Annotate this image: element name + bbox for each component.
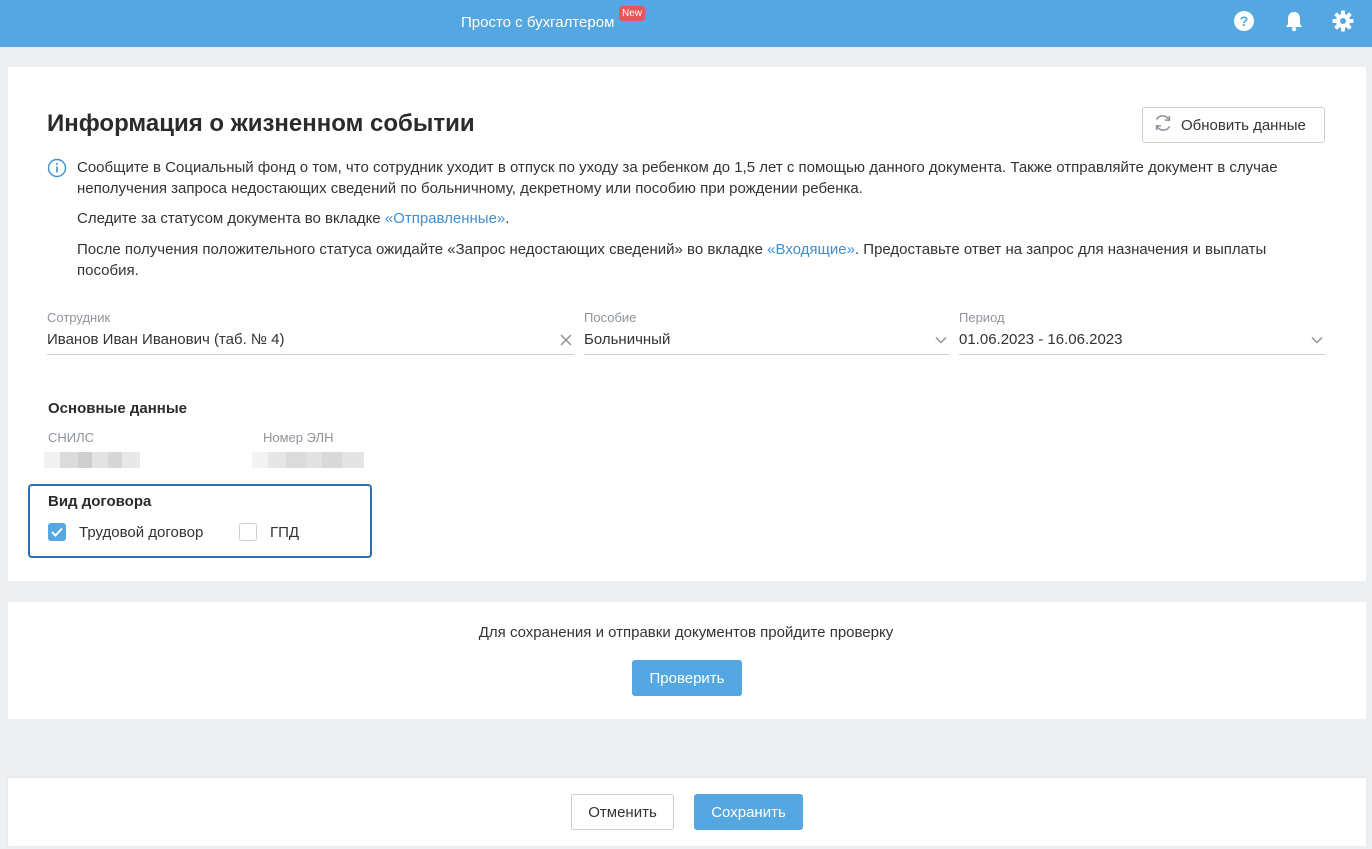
bell-icon[interactable] <box>1283 10 1305 32</box>
labor-contract-label[interactable]: Трудовой договор <box>79 524 203 541</box>
chevron-down-icon[interactable] <box>933 332 949 348</box>
employee-select[interactable]: Иванов Иван Иванович (таб. № 4) <box>47 325 574 355</box>
refresh-button-label: Обновить данные <box>1181 116 1306 134</box>
clear-icon[interactable] <box>558 332 574 348</box>
refresh-data-button[interactable]: Обновить данные <box>1142 107 1325 143</box>
employee-label: Сотрудник <box>47 310 111 325</box>
footer-bar <box>8 778 1366 846</box>
save-button[interactable]: Сохранить <box>694 794 803 830</box>
contract-type-title: Вид договора <box>48 493 152 510</box>
info-paragraph-2: Следите за статусом документа во вкладке… <box>77 210 510 227</box>
basic-data-title: Основные данные <box>48 400 187 417</box>
verify-button[interactable]: Проверить <box>632 660 742 696</box>
benefit-value: Больничный <box>584 331 671 348</box>
brand-title[interactable]: Просто с бухгалтером <box>461 14 614 31</box>
info-paragraph-1: Сообщите в Социальный фонд о том, что со… <box>77 159 1278 197</box>
gpd-label[interactable]: ГПД <box>270 524 299 541</box>
period-value: 01.06.2023 - 16.06.2023 <box>959 331 1123 348</box>
page-title: Информация о жизненном событии <box>47 110 475 137</box>
sent-tab-link[interactable]: «Отправленные» <box>385 210 505 227</box>
refresh-icon <box>1153 113 1173 137</box>
top-bar: Просто с бухгалтером New ? <box>0 0 1372 47</box>
cancel-button[interactable]: Отменить <box>571 794 674 830</box>
benefit-label: Пособие <box>584 310 637 325</box>
eln-number-label: Номер ЭЛН <box>263 430 334 445</box>
new-badge: New <box>619 6 646 21</box>
verification-message: Для сохранения и отправки документов про… <box>478 624 894 641</box>
snils-value-masked <box>44 452 140 468</box>
employee-value: Иванов Иван Иванович (таб. № 4) <box>47 331 285 348</box>
period-select[interactable]: 01.06.2023 - 16.06.2023 <box>959 325 1325 355</box>
period-label: Период <box>959 310 1005 325</box>
eln-number-value-masked <box>252 452 364 468</box>
chevron-down-icon[interactable] <box>1309 332 1325 348</box>
info-paragraph-3: После получения положительного статуса о… <box>77 241 1267 279</box>
info-icon <box>47 158 67 183</box>
check-icon <box>51 527 63 537</box>
gpd-checkbox[interactable] <box>239 523 257 541</box>
svg-text:?: ? <box>1240 13 1249 29</box>
snils-label: СНИЛС <box>48 430 95 445</box>
help-icon[interactable]: ? <box>1233 10 1255 32</box>
gear-icon[interactable] <box>1332 10 1354 32</box>
benefit-select[interactable]: Больничный <box>584 325 949 355</box>
incoming-tab-link[interactable]: «Входящие» <box>767 241 855 258</box>
labor-contract-checkbox[interactable] <box>48 523 66 541</box>
